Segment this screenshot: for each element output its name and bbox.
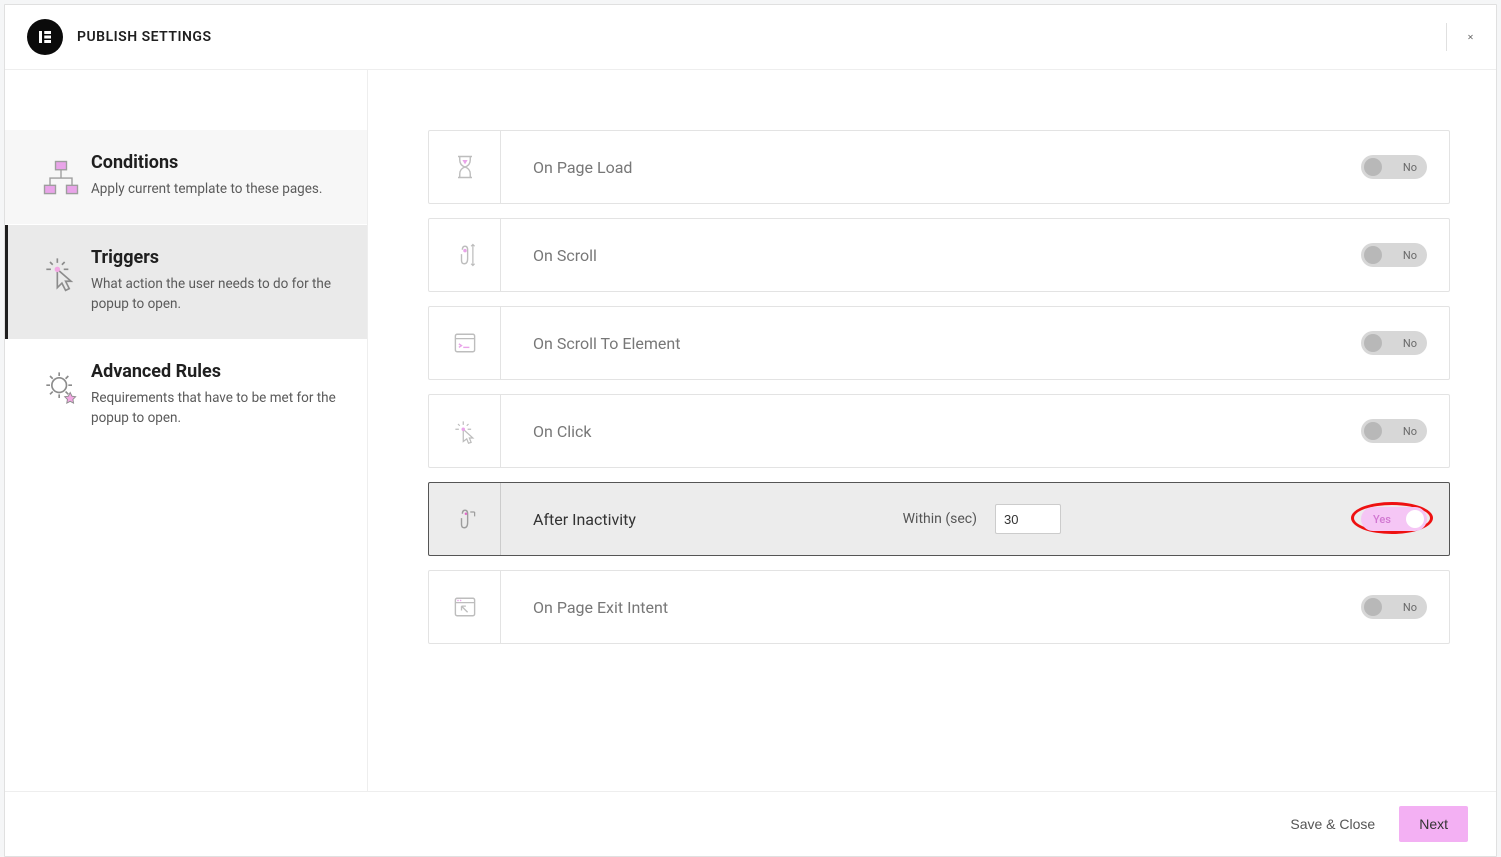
modal-footer: Save & Close Next bbox=[5, 791, 1496, 856]
sidebar-item-title: Conditions bbox=[91, 152, 343, 173]
toggle-on-scroll-to-element[interactable]: No bbox=[1361, 331, 1427, 355]
save-close-button[interactable]: Save & Close bbox=[1290, 816, 1375, 832]
sitemap-icon bbox=[31, 152, 91, 200]
trigger-row-on-scroll[interactable]: On Scroll No bbox=[428, 218, 1450, 292]
sidebar-item-advanced-rules[interactable]: Advanced Rules Requirements that have to… bbox=[5, 339, 367, 453]
close-button[interactable] bbox=[1446, 23, 1474, 51]
modal-header: PUBLISH SETTINGS bbox=[5, 5, 1496, 70]
toggle-text: No bbox=[1403, 161, 1417, 174]
trigger-row-on-click[interactable]: On Click No bbox=[428, 394, 1450, 468]
next-button[interactable]: Next bbox=[1399, 806, 1468, 842]
toggle-text: No bbox=[1403, 249, 1417, 262]
toggle-text: No bbox=[1403, 601, 1417, 614]
trigger-row-after-inactivity[interactable]: After Inactivity Within (sec) Yes bbox=[428, 482, 1450, 556]
publish-settings-modal: PUBLISH SETTINGS Conditions Apply curren… bbox=[4, 4, 1497, 857]
sidebar-item-desc: What action the user needs to do for the… bbox=[91, 274, 343, 315]
toggle-text: No bbox=[1403, 337, 1417, 350]
trigger-label: After Inactivity bbox=[501, 510, 636, 529]
inactivity-icon bbox=[429, 483, 501, 555]
trigger-label: On Scroll bbox=[501, 246, 597, 265]
sidebar: Conditions Apply current template to the… bbox=[5, 70, 368, 791]
close-icon bbox=[1467, 27, 1474, 47]
sidebar-item-title: Triggers bbox=[91, 247, 343, 268]
gear-star-icon bbox=[31, 361, 91, 429]
sidebar-item-title: Advanced Rules bbox=[91, 361, 343, 382]
toggle-text: Yes bbox=[1373, 513, 1391, 526]
trigger-label: On Click bbox=[501, 422, 592, 441]
trigger-label: On Page Exit Intent bbox=[501, 598, 668, 617]
sidebar-item-desc: Requirements that have to be met for the… bbox=[91, 388, 343, 429]
toggle-on-click[interactable]: No bbox=[1361, 419, 1427, 443]
sidebar-item-desc: Apply current template to these pages. bbox=[91, 179, 343, 199]
within-sec-input[interactable] bbox=[995, 504, 1061, 534]
trigger-row-on-page-load[interactable]: On Page Load No bbox=[428, 130, 1450, 204]
trigger-row-on-scroll-to-element[interactable]: On Scroll To Element No bbox=[428, 306, 1450, 380]
pointer-click-icon bbox=[429, 395, 501, 467]
trigger-row-on-page-exit-intent[interactable]: On Page Exit Intent No bbox=[428, 570, 1450, 644]
click-icon bbox=[31, 247, 91, 315]
elementor-logo-icon bbox=[27, 19, 63, 55]
hourglass-icon bbox=[429, 131, 501, 203]
trigger-inactivity-controls: Within (sec) bbox=[903, 504, 1061, 534]
within-sec-label: Within (sec) bbox=[903, 511, 977, 527]
toggle-after-inactivity[interactable]: Yes bbox=[1361, 507, 1427, 531]
exit-intent-icon bbox=[429, 571, 501, 643]
terminal-icon bbox=[429, 307, 501, 379]
scroll-icon bbox=[429, 219, 501, 291]
triggers-panel: On Page Load No On Scroll No bbox=[368, 70, 1496, 791]
toggle-on-page-exit-intent[interactable]: No bbox=[1361, 595, 1427, 619]
sidebar-item-triggers[interactable]: Triggers What action the user needs to d… bbox=[5, 225, 367, 339]
modal-title: PUBLISH SETTINGS bbox=[77, 29, 212, 45]
toggle-text: No bbox=[1403, 425, 1417, 438]
toggle-on-scroll[interactable]: No bbox=[1361, 243, 1427, 267]
trigger-label: On Scroll To Element bbox=[501, 334, 680, 353]
trigger-label: On Page Load bbox=[501, 158, 632, 177]
toggle-on-page-load[interactable]: No bbox=[1361, 155, 1427, 179]
sidebar-item-conditions[interactable]: Conditions Apply current template to the… bbox=[5, 130, 367, 225]
